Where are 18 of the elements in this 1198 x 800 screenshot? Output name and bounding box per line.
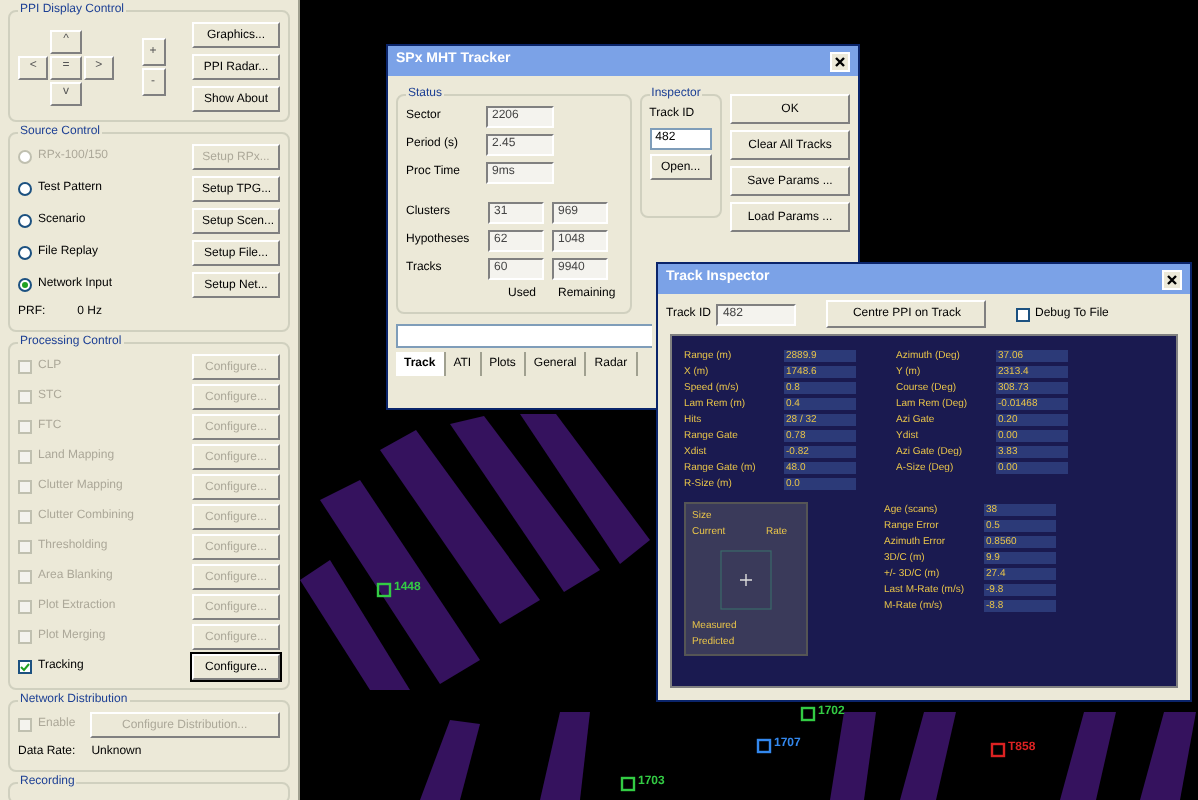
close-button[interactable]	[830, 51, 850, 71]
close-button[interactable]	[1162, 269, 1182, 289]
track-marker-icon	[990, 741, 1006, 757]
radio-button[interactable]	[18, 214, 32, 228]
log-field[interactable]	[396, 324, 652, 348]
close-icon	[1166, 273, 1178, 285]
track-marker-icon	[376, 581, 392, 597]
plot-crosshair-icon	[720, 550, 772, 610]
track-marker-icon	[756, 737, 772, 753]
checkbox[interactable]	[18, 660, 32, 674]
radio-button[interactable]	[18, 278, 32, 292]
close-icon	[834, 55, 846, 67]
track-marker-icon	[620, 775, 636, 791]
check-icon	[20, 662, 30, 672]
track-marker-icon	[800, 705, 816, 721]
radio-button[interactable]	[18, 182, 32, 196]
checkbox[interactable]	[1016, 307, 1031, 321]
radio-button[interactable]	[18, 246, 32, 260]
